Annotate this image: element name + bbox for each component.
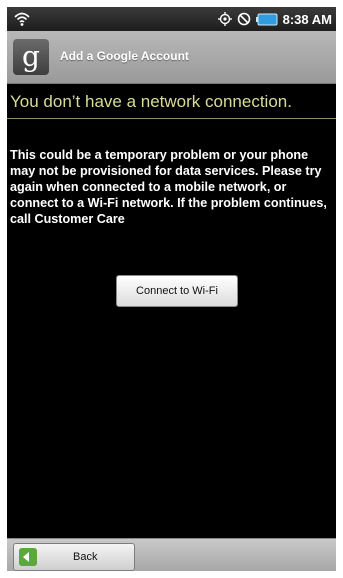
status-bar: 8:38 AM [7, 7, 336, 31]
back-button[interactable]: Back [13, 543, 135, 571]
back-label: Back [73, 551, 98, 563]
footer-bar: Back [7, 538, 336, 571]
divider [7, 118, 336, 119]
google-logo-icon: g [13, 39, 49, 75]
wifi-icon [14, 12, 30, 26]
page-title: Add a Google Account [60, 49, 189, 63]
phone-screen: 8:38 AM g Add a Google Account You don’t… [7, 7, 336, 571]
status-icons: 8:38 AM [217, 7, 332, 31]
title-bar: g Add a Google Account [7, 31, 336, 84]
error-heading: You don’t have a network connection. [10, 92, 292, 111]
clock: 8:38 AM [282, 11, 332, 27]
no-sound-icon [237, 12, 250, 26]
error-message: This could be a temporary problem or you… [10, 148, 327, 226]
gps-icon [217, 12, 232, 26]
battery-icon [255, 13, 278, 25]
arrow-left-icon [19, 548, 37, 566]
connect-wifi-button[interactable]: Connect to Wi-Fi [116, 275, 238, 307]
